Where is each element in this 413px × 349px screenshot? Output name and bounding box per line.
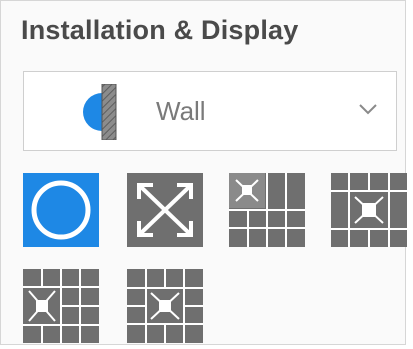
display-mode-panorama[interactable] [127,173,203,247]
one-plus-three-layout-icon [229,173,305,247]
mount-type-select[interactable]: Wall [23,71,397,151]
mount-type-value: Wall [156,96,206,126]
wall-mount-icon [62,83,122,141]
one-plus-eight-layout-icon [331,173,407,247]
one-plus-twelve-layout-icon [127,269,203,343]
panorama-expand-icon [127,173,203,247]
one-plus-six-layout-icon [23,269,99,343]
panel-title: Installation & Display [21,15,299,45]
display-mode-1p12[interactable] [127,269,203,343]
display-mode-fisheye[interactable] [23,173,99,247]
display-mode-1p3[interactable] [229,173,305,247]
display-mode-1p6[interactable] [23,269,99,343]
display-mode-1p8[interactable] [331,173,407,247]
fisheye-view-icon [23,173,99,247]
chevron-down-icon [358,102,378,116]
installation-display-panel: Installation & Display Wall [0,0,407,345]
